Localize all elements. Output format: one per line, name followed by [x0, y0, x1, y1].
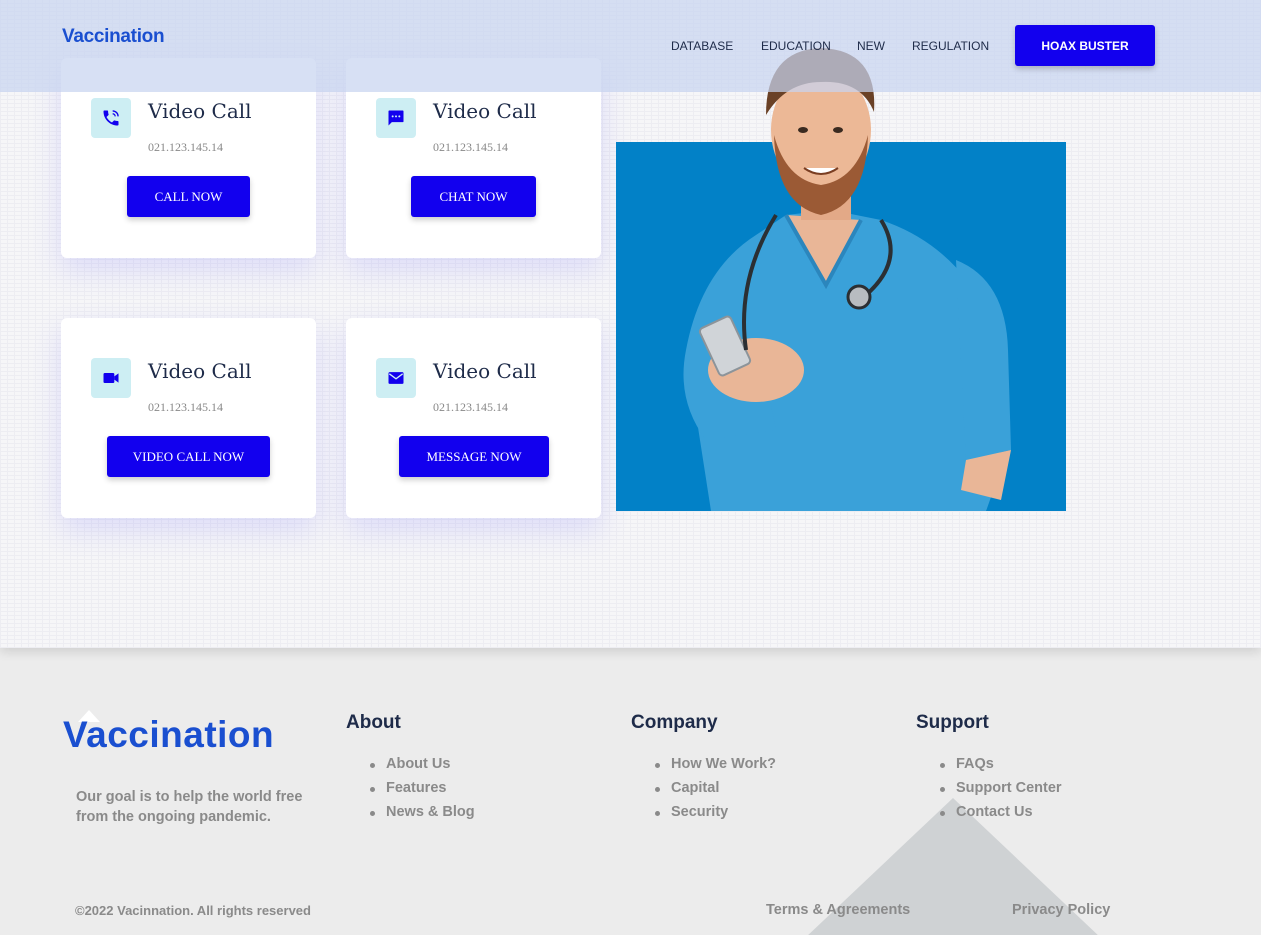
footer-tagline: Our goal is to help the world free from …	[76, 789, 303, 825]
chat-now-button[interactable]: CHAT NOW	[411, 176, 536, 217]
nav-link-new[interactable]: NEW	[857, 39, 885, 53]
copyright-text: ©2022 Vacinnation. All rights reserved	[75, 903, 311, 918]
message-now-button[interactable]: MESSAGE NOW	[399, 436, 549, 477]
footer-list-about: About Us Features News & Blog	[370, 756, 475, 828]
contact-card-message: Video Call 021.123.145.14 MESSAGE NOW	[346, 318, 601, 518]
hoax-buster-button[interactable]: HOAX BUSTER	[1015, 25, 1155, 66]
nav-link-regulation[interactable]: REGULATION	[912, 39, 989, 53]
privacy-policy-link[interactable]: Privacy Policy	[1012, 902, 1110, 918]
card-phone: 021.123.145.14	[148, 140, 223, 154]
card-title: Video Call	[433, 99, 537, 123]
card-phone: 021.123.145.14	[433, 140, 508, 154]
footer-link-features[interactable]: Features	[370, 780, 475, 804]
video-call-now-button[interactable]: VIDEO CALL NOW	[107, 436, 270, 477]
footer-link-about-us[interactable]: About Us	[370, 756, 475, 780]
brand-logo[interactable]: Vaccination	[62, 26, 165, 48]
chat-icon	[376, 98, 416, 138]
footer-heading-about: About	[346, 712, 401, 733]
card-title: Video Call	[148, 359, 252, 383]
card-phone: 021.123.145.14	[148, 400, 223, 414]
footer-brand-logo[interactable]: Vaccination	[63, 714, 274, 756]
footer-link-faqs[interactable]: FAQs	[940, 756, 1062, 780]
footer-link-contact-us[interactable]: Contact Us	[940, 804, 1062, 828]
doctor-photo	[683, 48, 1011, 511]
footer-list-company: How We Work? Capital Security	[655, 756, 776, 828]
footer-link-news-blog[interactable]: News & Blog	[370, 804, 475, 828]
footer-link-capital[interactable]: Capital	[655, 780, 776, 804]
footer: Vaccination Our goal is to help the worl…	[0, 648, 1261, 935]
footer-link-support-center[interactable]: Support Center	[940, 780, 1062, 804]
top-navbar: Vaccination DATABASE EDUCATION NEW REGUL…	[0, 0, 1261, 92]
footer-heading-support: Support	[916, 712, 989, 733]
footer-link-how-we-work[interactable]: How We Work?	[655, 756, 776, 780]
call-now-button[interactable]: CALL NOW	[127, 176, 250, 217]
envelope-icon	[376, 358, 416, 398]
terms-link[interactable]: Terms & Agreements	[766, 902, 910, 918]
card-phone: 021.123.145.14	[433, 400, 508, 414]
footer-link-security[interactable]: Security	[655, 804, 776, 828]
footer-heading-company: Company	[631, 712, 718, 733]
card-title: Video Call	[148, 99, 252, 123]
video-camera-icon	[91, 358, 131, 398]
footer-list-support: FAQs Support Center Contact Us	[940, 756, 1062, 828]
nav-link-education[interactable]: EDUCATION	[761, 39, 831, 53]
phone-icon	[91, 98, 131, 138]
contact-card-video: Video Call 021.123.145.14 VIDEO CALL NOW	[61, 318, 316, 518]
hero-section: Video Call 021.123.145.14 CALL NOW Video…	[0, 0, 1261, 648]
nav-link-database[interactable]: DATABASE	[671, 39, 733, 53]
card-title: Video Call	[433, 359, 537, 383]
